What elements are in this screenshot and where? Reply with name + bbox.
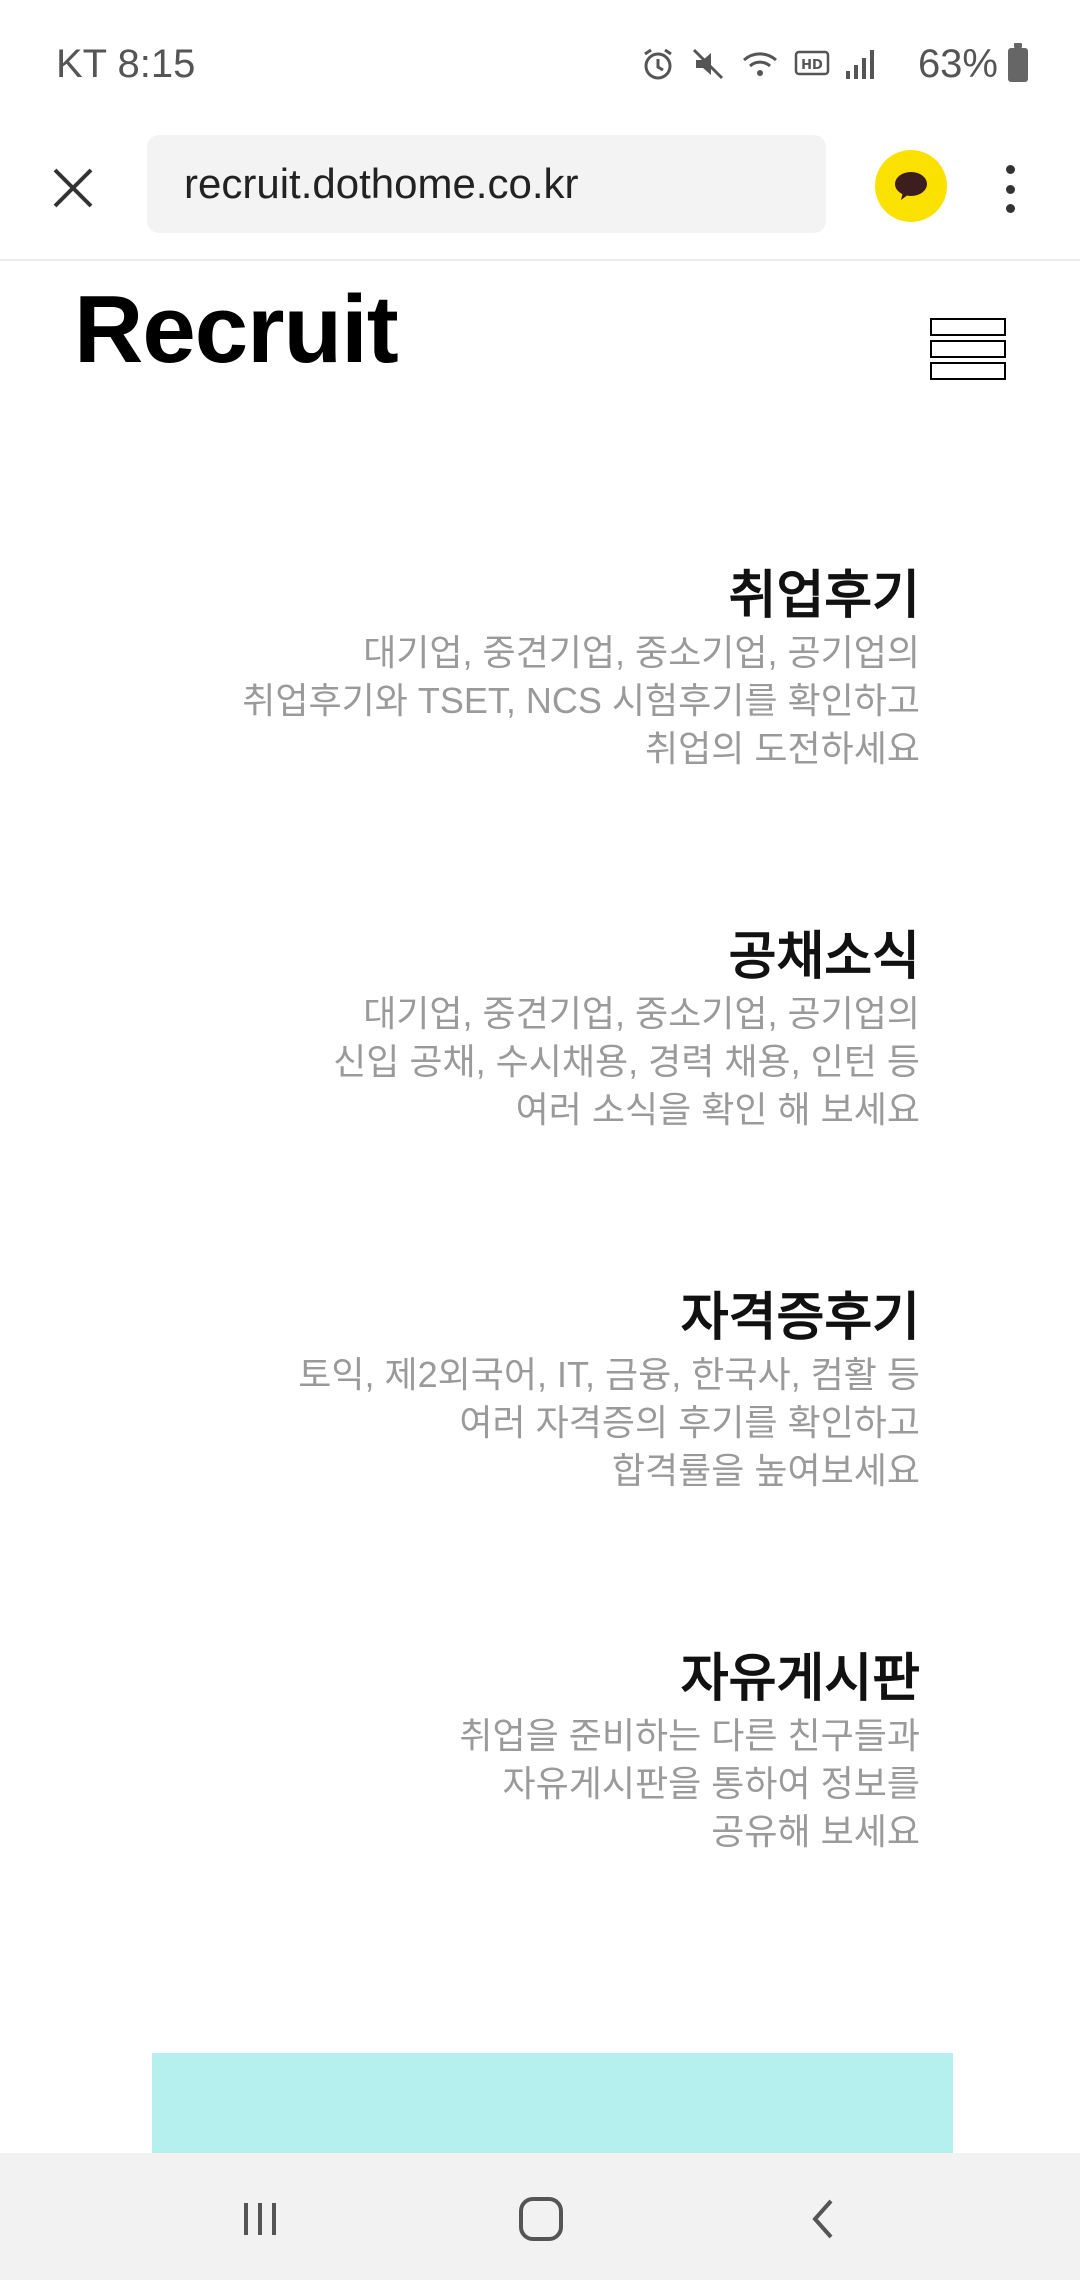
chat-bubble-icon: [895, 172, 927, 200]
battery-status: 63%: [918, 42, 1028, 87]
carrier-time: KT 8:15: [56, 42, 196, 86]
section-title: 자격증후기: [680, 1289, 920, 1347]
section-description: 대기업, 중견기업, 중소기업, 공기업의 신입 공채, 수시채용, 경력 채용…: [333, 993, 920, 1130]
mute-icon: [690, 46, 726, 87]
wifi-icon: [740, 46, 780, 87]
close-icon[interactable]: [42, 157, 104, 219]
url-bar[interactable]: recruit.dothome.co.kr: [147, 135, 826, 233]
site-logo[interactable]: Recruit: [74, 282, 399, 378]
section-certification-reviews[interactable]: 자격증후기 토익, 제2외국어, IT, 금융, 한국사, 컴활 등 여러 자격…: [60, 1287, 920, 1495]
signal-icon: [844, 47, 876, 86]
status-icons: HD: [640, 46, 876, 87]
recent-apps-icon[interactable]: [224, 2183, 296, 2255]
url-text: recruit.dothome.co.kr: [184, 160, 579, 207]
section-free-board[interactable]: 자유게시판 취업을 준비하는 다른 친구들과 자유게시판을 통하여 정보를 공유…: [60, 1648, 920, 1856]
section-description: 취업을 준비하는 다른 친구들과 자유게시판을 통하여 정보를 공유해 보세요: [459, 1715, 920, 1852]
footer-banner: [152, 2053, 953, 2153]
alarm-icon: [640, 46, 676, 87]
section-title: 취업후기: [728, 567, 920, 625]
kakao-chat-button[interactable]: [875, 150, 947, 222]
section-description: 대기업, 중견기업, 중소기업, 공기업의 취업후기와 TSET, NCS 시험…: [242, 632, 920, 769]
section-job-reviews[interactable]: 취업후기 대기업, 중견기업, 중소기업, 공기업의 취업후기와 TSET, N…: [60, 565, 920, 773]
more-options-icon[interactable]: [990, 157, 1030, 221]
back-icon[interactable]: [787, 2183, 859, 2255]
battery-icon: [1008, 42, 1028, 82]
system-nav-bar: [0, 2153, 1080, 2280]
home-icon[interactable]: [505, 2183, 577, 2255]
hamburger-menu-icon[interactable]: [930, 318, 1010, 390]
battery-percent: 63%: [917, 42, 998, 86]
section-description: 토익, 제2외국어, IT, 금융, 한국사, 컴활 등 여러 자격증의 후기를…: [298, 1354, 920, 1491]
hd-icon: HD: [794, 49, 830, 84]
section-recruitment-news[interactable]: 공채소식 대기업, 중견기업, 중소기업, 공기업의 신입 공채, 수시채용, …: [60, 926, 920, 1134]
section-title: 공채소식: [728, 928, 920, 986]
status-bar: KT 8:15 HD 63%: [0, 0, 1080, 135]
browser-toolbar: recruit.dothome.co.kr: [0, 135, 1080, 261]
svg-text:HD: HD: [801, 58, 823, 73]
section-title: 자유게시판: [680, 1650, 920, 1708]
